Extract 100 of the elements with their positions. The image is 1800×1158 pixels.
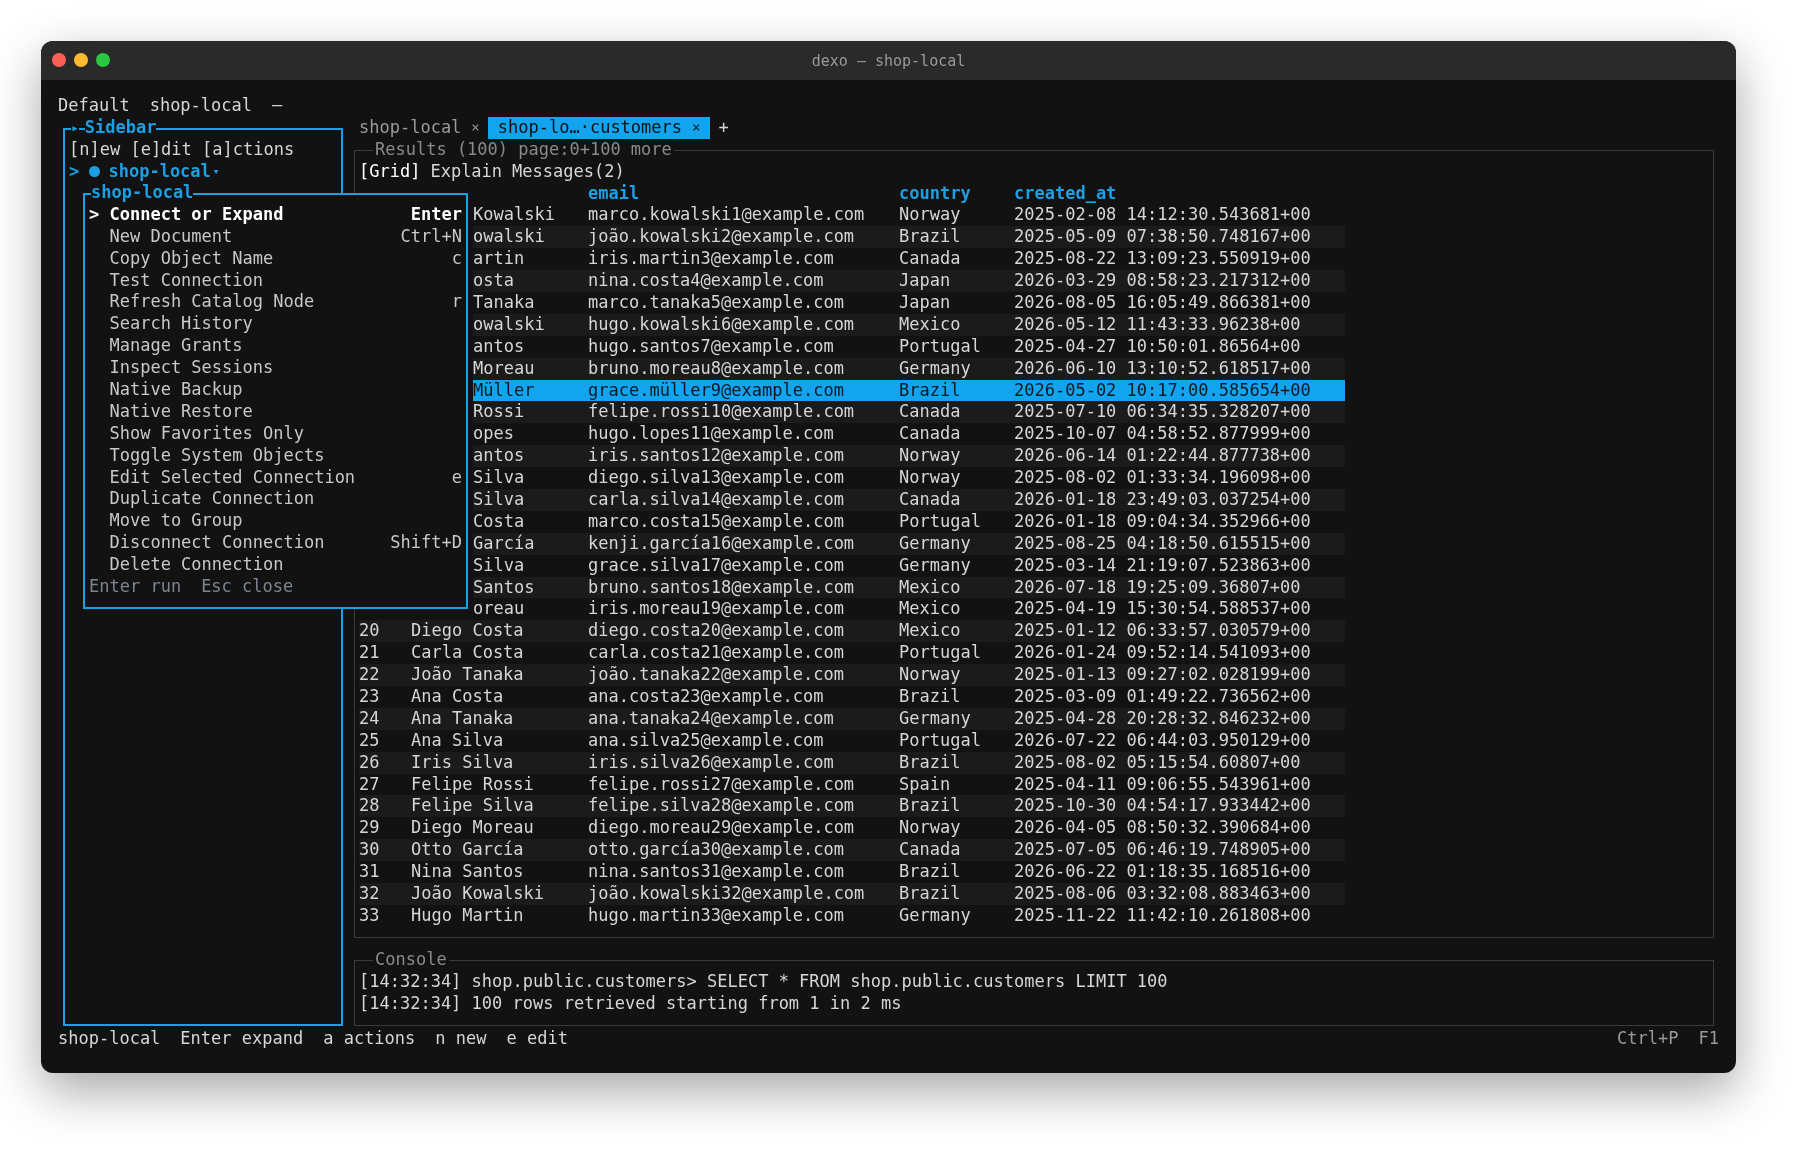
row-number: 31 bbox=[359, 861, 380, 882]
table-row[interactable]: owalski joão.kowalski2@example.com Brazil 2025-05-09 07:38:50.748167+00 bbox=[473, 226, 1345, 249]
menu-item[interactable]: Test Connection bbox=[89, 269, 462, 292]
table-row[interactable]: antos hugo.santos7@example.com Portugal 2025-04-27 10:50:01.86564+00 bbox=[473, 335, 1345, 358]
zoom-button[interactable] bbox=[96, 53, 110, 67]
table-cell: Nina Santos bbox=[411, 861, 524, 882]
table-row[interactable]: Rossi felipe.rossi10@example.com Canada 2025-07-10 06:34:35.328207+00 bbox=[473, 401, 1345, 424]
table-row[interactable]: 25 Ana Silva ana.silva25@example.com Portugal 2026-07-22 06:44:03.950129+00 bbox=[359, 729, 1345, 752]
table-cell: João Kowalski bbox=[411, 883, 545, 904]
menu-item[interactable]: Show Favorites Only bbox=[89, 422, 462, 445]
table-row[interactable]: owalski hugo.kowalski6@example.com Mexico 2026-05-12 11:43:33.96238+00 bbox=[473, 313, 1345, 336]
table-cell: Silva bbox=[473, 554, 525, 575]
table-cell: Germany bbox=[899, 554, 971, 575]
table-row[interactable]: 27 Felipe Rossi felipe.rossi27@example.com Spain 2025-04-11 09:06:55.543961+00 bbox=[359, 773, 1345, 796]
minimize-button[interactable] bbox=[74, 53, 88, 67]
table-cell: diego.costa20@example.com bbox=[588, 620, 844, 641]
menu-item[interactable]: Duplicate Connection bbox=[89, 488, 462, 511]
tab[interactable]: shop-local × bbox=[359, 116, 488, 139]
menu-item[interactable]: Disconnect Connection Shift+D bbox=[89, 532, 462, 555]
table-cell: Portugal bbox=[899, 642, 981, 663]
table-cell: diego.moreau29@example.com bbox=[588, 817, 855, 838]
menu-item[interactable]: > Connect or Expand Enter bbox=[89, 203, 462, 226]
table-row[interactable]: Costa marco.costa15@example.com Portugal 2026-01-18 09:04:34.352966+00 bbox=[473, 510, 1345, 533]
table-cell: otto.garcía30@example.com bbox=[588, 839, 844, 860]
column-header[interactable]: created_at bbox=[1014, 182, 1117, 205]
menu-item[interactable]: Native Restore bbox=[89, 400, 462, 423]
connection-item[interactable]: > shop-local▾ bbox=[69, 160, 341, 183]
table-cell: 2025-04-11 09:06:55.543961+00 bbox=[1014, 773, 1311, 794]
table-cell: Otto García bbox=[411, 839, 524, 860]
table-row[interactable]: Tanaka marco.tanaka5@example.com Japan 2026-08-05 16:05:49.866381+00 bbox=[473, 292, 1345, 314]
table-cell: Germany bbox=[899, 357, 971, 378]
table-row[interactable]: 21 Carla Costa carla.costa21@example.com Portugal 2026-01-24 09:52:14.541093+00 bbox=[359, 642, 1345, 665]
table-row[interactable]: 26 Iris Silva iris.silva26@example.com Brazil 2025-08-02 05:15:54.60807+00 bbox=[359, 751, 1345, 774]
table-cell: Diego Moreau bbox=[411, 817, 534, 838]
menu-item[interactable]: Native Backup bbox=[89, 379, 462, 401]
table-cell: Brazil bbox=[899, 379, 961, 400]
row-number: 22 bbox=[359, 664, 380, 685]
view-tab[interactable]: Messages(2) bbox=[512, 160, 625, 183]
table-cell: 2026-08-05 16:05:49.866381+00 bbox=[1014, 292, 1311, 312]
table-cell: marco.costa15@example.com bbox=[588, 510, 844, 531]
table-row[interactable]: 30 Otto García otto.garcía30@example.com Canada 2025-07-05 06:46:19.748905+00 bbox=[359, 839, 1345, 862]
table-row[interactable]: 31 Nina Santos nina.santos31@example.com Brazil 2026-06-22 01:18:35.168516+00 bbox=[359, 861, 1345, 884]
menu-item[interactable]: Search History bbox=[89, 313, 462, 336]
tab[interactable]: shop-lo…·customers × bbox=[487, 116, 711, 139]
table-row[interactable]: Silva diego.silva13@example.com Norway 2025-08-02 01:33:34.196098+00 bbox=[473, 467, 1345, 489]
table-row[interactable]: 23 Ana Costa ana.costa23@example.com Brazil 2025-03-09 01:49:22.736562+00 bbox=[359, 686, 1345, 708]
row-number: 33 bbox=[359, 904, 380, 925]
table-row[interactable]: antos iris.santos12@example.com Norway 2026-06-14 01:22:44.877738+00 bbox=[473, 445, 1345, 468]
table-row[interactable]: 22 João Tanaka joão.tanaka22@example.com Norway 2025-01-13 09:27:02.028199+00 bbox=[359, 664, 1345, 687]
table-row[interactable]: Silva grace.silva17@example.com Germany 2025-03-14 21:19:07.523863+00 bbox=[473, 554, 1345, 577]
table-cell: Felipe Rossi bbox=[411, 773, 534, 794]
table-row[interactable]: Santos bruno.santos18@example.com Mexico 2026-07-18 19:25:09.36807+00 bbox=[473, 576, 1345, 599]
menu-item[interactable]: Inspect Sessions bbox=[89, 357, 462, 379]
table-cell: Mexico bbox=[899, 313, 961, 334]
column-header[interactable]: country bbox=[899, 182, 1014, 205]
table-cell: Tanaka bbox=[473, 292, 535, 312]
table-row[interactable]: 33 Hugo Martin hugo.martin33@example.com Germany 2025-11-22 11:42:10.261808+00 bbox=[359, 904, 1345, 927]
menu-item[interactable]: Delete Connection bbox=[89, 554, 462, 576]
table-row[interactable]: oreau iris.moreau19@example.com Mexico 2025-04-19 15:30:54.588537+00 bbox=[473, 598, 1345, 621]
table-cell: ana.silva25@example.com bbox=[588, 729, 824, 750]
table-row[interactable]: Kowalski marco.kowalski1@example.com Norway 2025-02-08 14:12:30.543681+00 bbox=[473, 204, 1345, 227]
table-cell: Norway bbox=[899, 204, 961, 225]
table-row[interactable]: 24 Ana Tanaka ana.tanaka24@example.com Germany 2025-04-28 20:28:32.846232+00 bbox=[359, 707, 1345, 730]
table-cell: 2025-11-22 11:42:10.261808+00 bbox=[1014, 904, 1311, 925]
table-cell: 2026-07-18 19:25:09.36807+00 bbox=[1014, 576, 1301, 597]
view-tab[interactable]: [Grid] bbox=[359, 160, 421, 183]
table-row[interactable]: Moreau bruno.moreau8@example.com Germany 2026-06-10 13:10:52.618517+00 bbox=[473, 357, 1345, 380]
menu-item[interactable]: Edit Selected Connection e bbox=[89, 466, 462, 489]
table-row[interactable]: Silva carla.silva14@example.com Canada 2026-01-18 23:49:03.037254+00 bbox=[473, 489, 1345, 511]
table-cell: 2026-05-02 10:17:00.585654+00 bbox=[1014, 379, 1311, 400]
table-row[interactable]: artin iris.martin3@example.com Canada 2025-08-22 13:09:23.550919+00 bbox=[473, 248, 1345, 271]
table-row[interactable]: 32 João Kowalski joão.kowalski32@example.com Brazil 2025-08-06 03:32:08.883463+00 bbox=[359, 883, 1345, 905]
menu-item[interactable]: Refresh Catalog Node r bbox=[89, 291, 462, 314]
table-cell: 2025-02-08 14:12:30.543681+00 bbox=[1014, 204, 1311, 225]
table-cell: osta bbox=[473, 270, 514, 291]
table-row[interactable]: 29 Diego Moreau diego.moreau29@example.com Norway 2026-04-05 08:50:32.390684+00 bbox=[359, 817, 1345, 840]
table-cell: 2025-01-12 06:33:57.030579+00 bbox=[1014, 620, 1311, 641]
table-row[interactable]: 28 Felipe Silva felipe.silva28@example.com Brazil 2025-10-30 04:54:17.933442+00 bbox=[359, 795, 1345, 818]
table-cell: iris.silva26@example.com bbox=[588, 751, 834, 772]
table-cell: Norway bbox=[899, 445, 961, 466]
table-cell: Brazil bbox=[899, 226, 961, 247]
view-tab[interactable]: Explain bbox=[430, 160, 503, 183]
menu-item[interactable]: Move to Group bbox=[89, 510, 462, 533]
column-header[interactable]: email bbox=[588, 182, 899, 205]
table-row[interactable]: opes hugo.lopes11@example.com Canada 2025-10-07 04:58:52.877999+00 bbox=[473, 423, 1345, 446]
table-row[interactable]: Müller grace.müller9@example.com Brazil 2026-05-02 10:17:00.585654+00 bbox=[473, 379, 1345, 402]
table-cell: Mexico bbox=[899, 598, 961, 619]
table-row[interactable]: osta nina.costa4@example.com Japan 2026-03-29 08:58:23.217312+00 bbox=[473, 270, 1345, 292]
table-cell: 2025-07-10 06:34:35.328207+00 bbox=[1014, 401, 1311, 422]
table-row[interactable]: García kenji.garcía16@example.com Germany 2025-08-25 04:18:50.615515+00 bbox=[473, 532, 1345, 555]
table-cell: antos bbox=[473, 335, 525, 356]
close-button[interactable] bbox=[52, 53, 66, 67]
menu-item[interactable]: Toggle System Objects bbox=[89, 444, 462, 467]
menu-item[interactable]: Manage Grants bbox=[89, 335, 462, 358]
table-cell: hugo.martin33@example.com bbox=[588, 904, 844, 925]
table-cell: Norway bbox=[899, 817, 961, 838]
menu-item[interactable]: New Document Ctrl+N bbox=[89, 225, 462, 248]
menu-item[interactable]: Copy Object Name c bbox=[89, 247, 462, 270]
table-row[interactable]: 20 Diego Costa diego.costa20@example.com Mexico 2025-01-12 06:33:57.030579+00 bbox=[359, 620, 1345, 643]
new-tab-button[interactable]: + bbox=[718, 116, 729, 139]
